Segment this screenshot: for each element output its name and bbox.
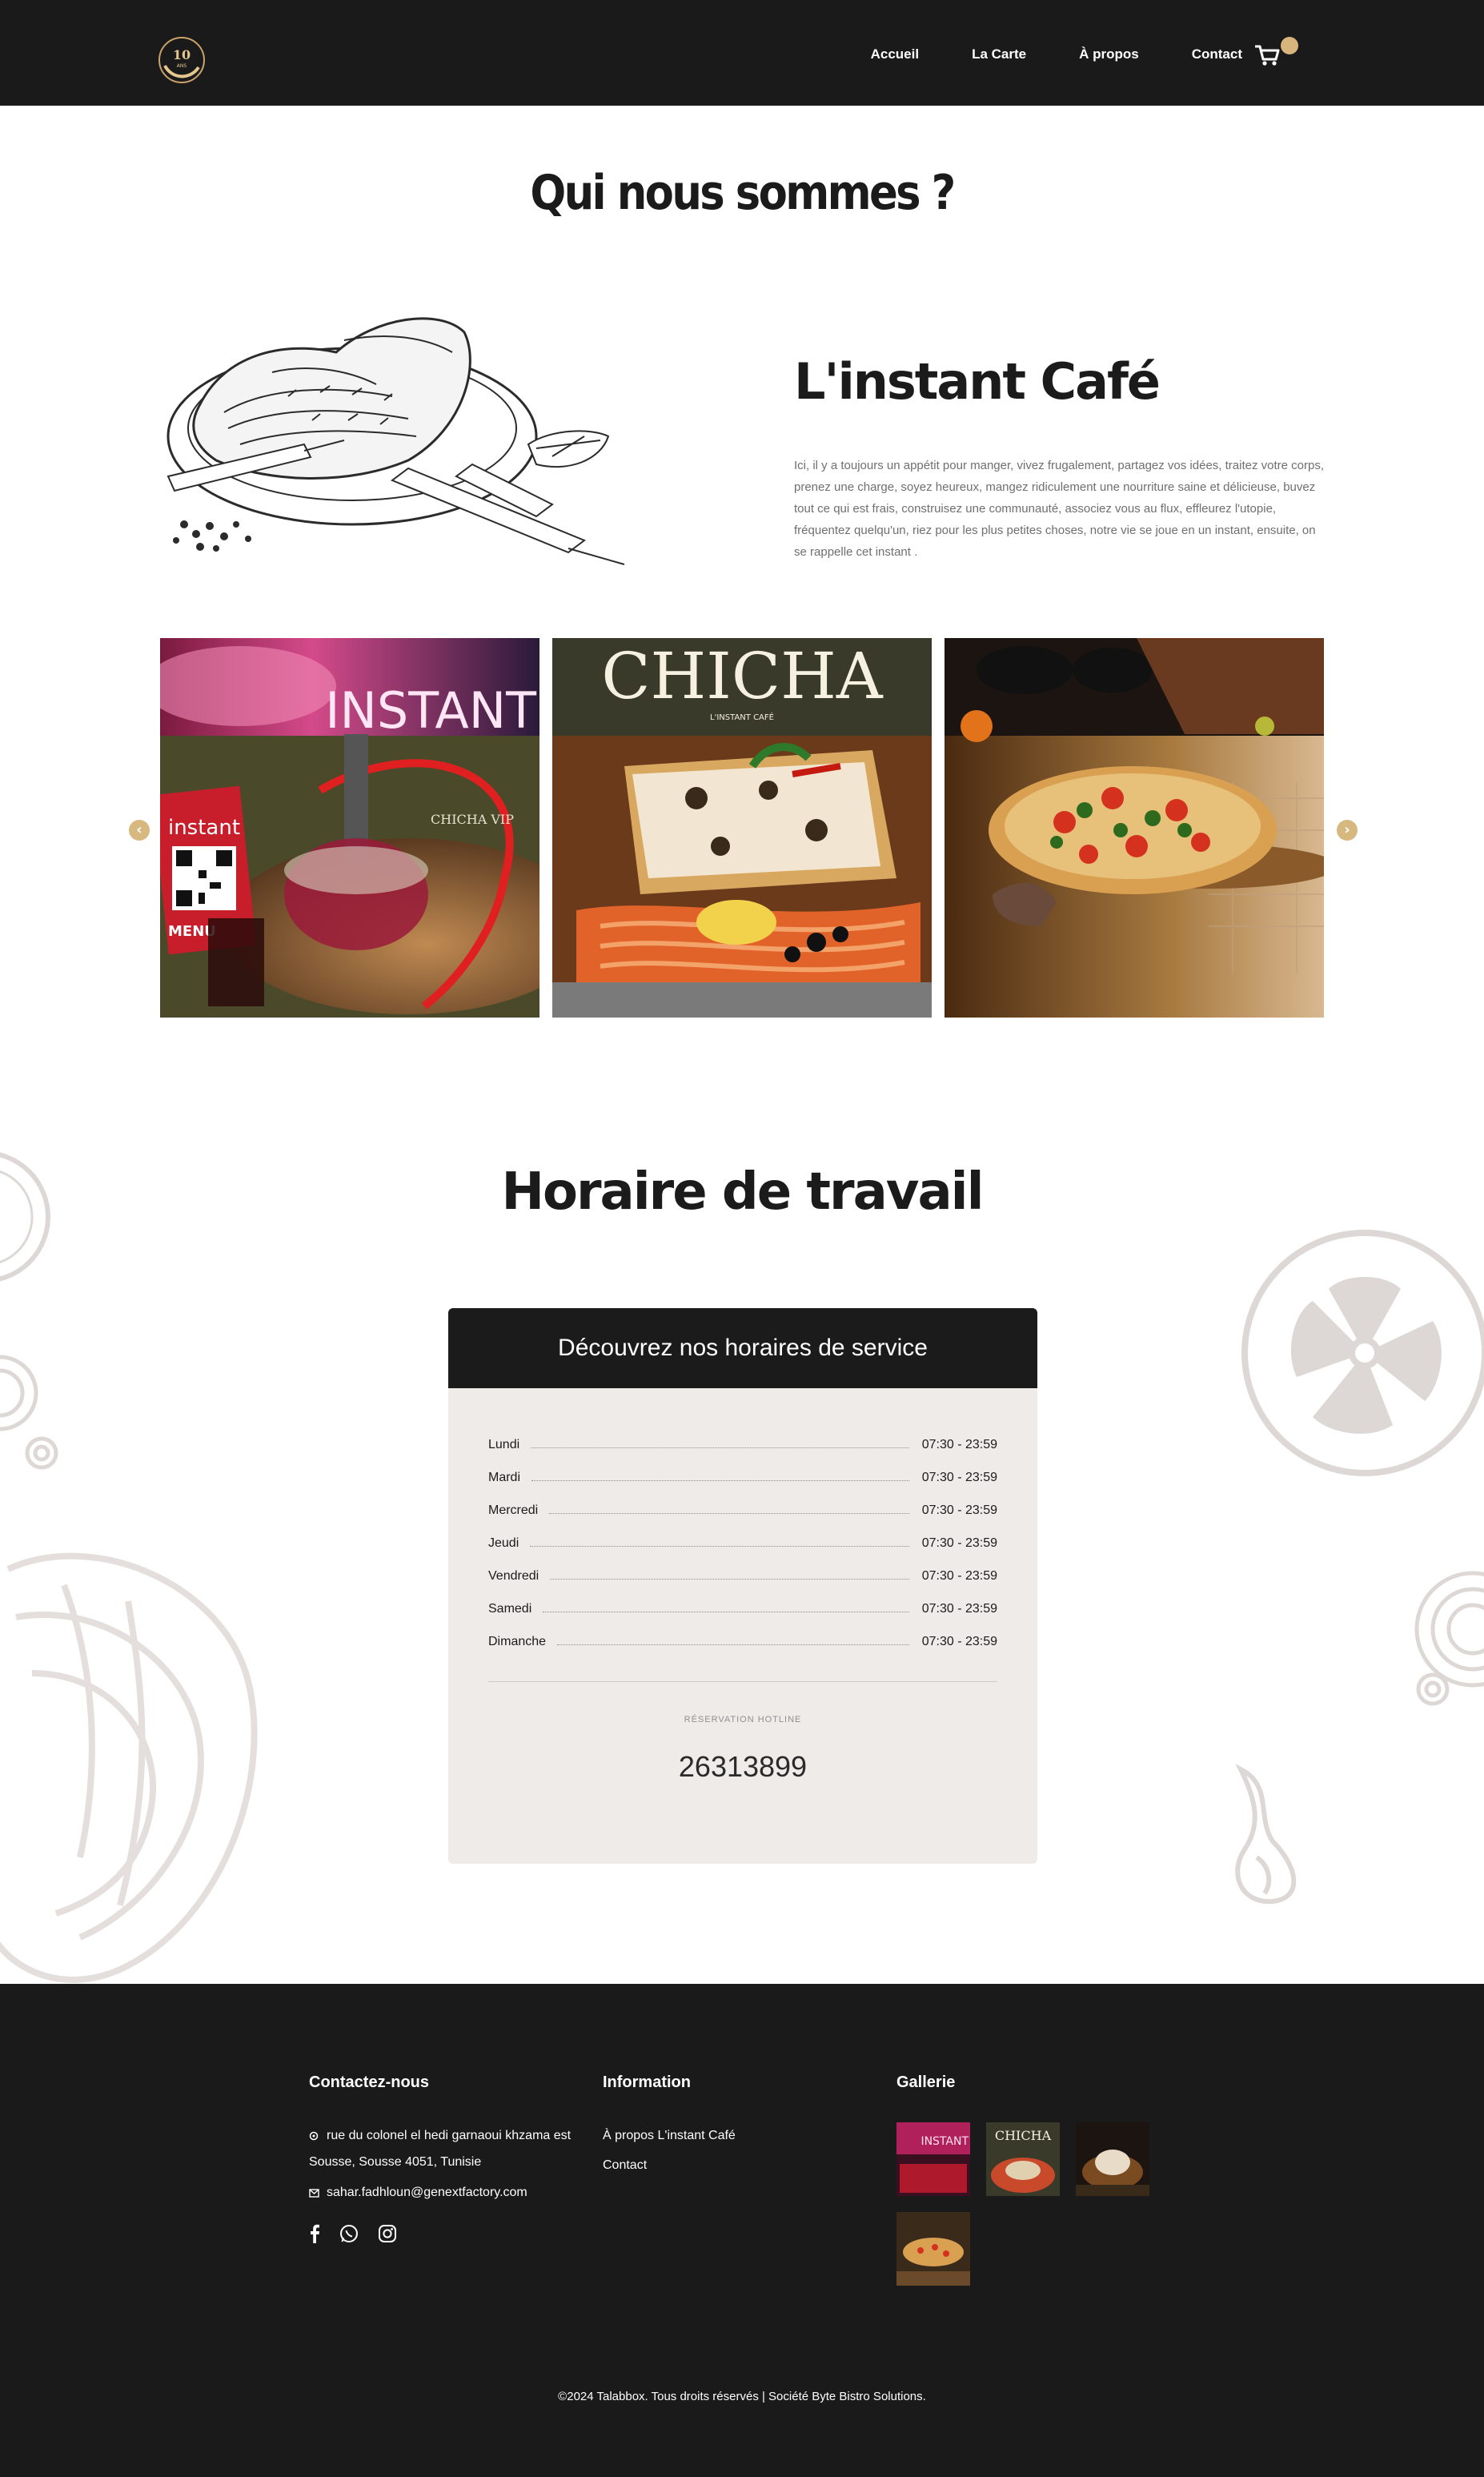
grilled-steak-sketch-illustration bbox=[166, 317, 625, 565]
nav-link-la-carte[interactable]: La Carte bbox=[972, 46, 1026, 62]
slide1-sign-text: INSTANT bbox=[325, 681, 537, 740]
gallery-photo-chicha-table: CHICHA bbox=[986, 2122, 1060, 2196]
carousel-slide-chicha-dish[interactable]: CHICHA L'INSTANT CAFÉ bbox=[552, 638, 932, 1018]
footer-email-link[interactable]: sahar.fadhloun@genextfactory.com bbox=[327, 2186, 527, 2200]
footer-link-about[interactable]: À propos L'instant Café bbox=[603, 2129, 736, 2143]
gallery-thumb-title-text: CHICHA bbox=[995, 2128, 1052, 2143]
slide2-title: CHICHA bbox=[601, 639, 884, 713]
hotline-number[interactable]: 26313899 bbox=[448, 1750, 1037, 1784]
footer-information-title: Information bbox=[603, 2074, 691, 2091]
svg-text:ANS: ANS bbox=[177, 63, 187, 69]
gallery-thumbnail-2[interactable]: CHICHA bbox=[986, 2122, 1060, 2196]
gallery-photo-neon-sign: INSTANT bbox=[896, 2122, 970, 2196]
time-value: 07:30 - 23:59 bbox=[921, 1470, 997, 1484]
chevron-right-icon: › bbox=[1344, 821, 1350, 838]
time-value: 07:30 - 23:59 bbox=[921, 1437, 997, 1451]
day-label: Dimanche bbox=[488, 1634, 547, 1648]
gallery-photo-pizza bbox=[896, 2212, 970, 2286]
time-value: 07:30 - 23:59 bbox=[921, 1601, 997, 1616]
slide2-subtitle: L'INSTANT CAFÉ bbox=[710, 712, 774, 722]
day-label: Lundi bbox=[488, 1437, 520, 1451]
hours-card: Découvrez nos horaires de service Lundi … bbox=[448, 1308, 1037, 1864]
main-nav: Accueil La Carte À propos Contact bbox=[871, 46, 1242, 62]
instagram-icon[interactable] bbox=[378, 2224, 397, 2243]
slide1-menu-card-text: instant bbox=[168, 816, 240, 840]
time-value: 07:30 - 23:59 bbox=[921, 1568, 997, 1583]
footer-copyright: ©2024 Talabbox. Tous droits réservés | S… bbox=[558, 2390, 926, 2403]
location-pin-icon bbox=[309, 2131, 319, 2141]
top-navigation-bar: 10 ANS Accueil La Carte À propos Contact bbox=[0, 0, 1484, 106]
dotted-leader bbox=[530, 1546, 909, 1547]
cart-count-badge bbox=[1281, 37, 1298, 54]
dotted-leader bbox=[549, 1513, 909, 1514]
day-label: Vendredi bbox=[488, 1568, 539, 1583]
hours-row-dimanche: Dimanche 07:30 - 23:59 bbox=[488, 1625, 997, 1658]
hours-row-samedi: Samedi 07:30 - 23:59 bbox=[488, 1592, 997, 1625]
day-label: Samedi bbox=[488, 1601, 532, 1616]
slide1-caption: CHICHA VIP bbox=[431, 812, 514, 827]
whatsapp-icon[interactable] bbox=[339, 2224, 359, 2243]
facebook-icon[interactable] bbox=[309, 2224, 320, 2243]
day-label: Jeudi bbox=[488, 1536, 519, 1550]
hours-section-title: Horaire de travail bbox=[501, 1162, 984, 1222]
shisha-photo: INSTANT instant MENU CHICHA VIP bbox=[160, 638, 539, 1018]
chevron-left-icon: ‹ bbox=[136, 821, 142, 838]
hotline-label: RÉSERVATION HOTLINE bbox=[684, 1715, 802, 1724]
gallery-photo-dessert bbox=[1076, 2122, 1149, 2196]
hours-row-jeudi: Jeudi 07:30 - 23:59 bbox=[488, 1527, 997, 1560]
footer-contact-title: Contactez-nous bbox=[309, 2074, 429, 2091]
gallery-thumb-sign-text: INSTANT bbox=[920, 2135, 969, 2148]
hours-card-header: Découvrez nos horaires de service bbox=[448, 1308, 1037, 1388]
gallery-thumbnail-3[interactable] bbox=[1076, 2122, 1149, 2196]
mail-icon bbox=[309, 2189, 319, 2198]
day-label: Mardi bbox=[488, 1470, 521, 1484]
about-section-title: Qui nous sommes ? bbox=[530, 165, 956, 221]
hours-row-vendredi: Vendredi 07:30 - 23:59 bbox=[488, 1560, 997, 1592]
hours-divider bbox=[488, 1681, 997, 1682]
decorative-onion-rings-sketch bbox=[1414, 1571, 1484, 1706]
decorative-onion-sketch bbox=[0, 1355, 58, 1470]
dotted-leader bbox=[531, 1447, 909, 1448]
hours-row-mardi: Mardi 07:30 - 23:59 bbox=[488, 1461, 997, 1494]
dotted-leader bbox=[531, 1480, 909, 1481]
hours-row-lundi: Lundi 07:30 - 23:59 bbox=[488, 1428, 997, 1461]
decorative-cabbage-sketch bbox=[0, 1552, 258, 1983]
day-label: Mercredi bbox=[488, 1503, 539, 1517]
decorative-tomato-sketch bbox=[1241, 1230, 1484, 1476]
nav-link-contact[interactable]: Contact bbox=[1192, 46, 1242, 62]
carousel-prev-button[interactable]: ‹ bbox=[129, 820, 150, 841]
svg-text:10: 10 bbox=[173, 47, 191, 62]
time-value: 07:30 - 23:59 bbox=[921, 1503, 997, 1517]
time-value: 07:30 - 23:59 bbox=[921, 1536, 997, 1550]
carousel-slide-shisha[interactable]: INSTANT instant MENU CHICHA VIP bbox=[160, 638, 539, 1018]
dotted-leader bbox=[557, 1644, 909, 1645]
time-value: 07:30 - 23:59 bbox=[921, 1634, 997, 1648]
gallery-thumbnail-4[interactable] bbox=[896, 2212, 970, 2286]
carousel-next-button[interactable]: › bbox=[1337, 820, 1358, 841]
footer-link-contact[interactable]: Contact bbox=[603, 2158, 647, 2173]
photo-carousel: INSTANT instant MENU CHICHA VIP CHICHA L… bbox=[160, 638, 1324, 1018]
nav-link-a-propos[interactable]: À propos bbox=[1079, 46, 1139, 62]
cafe-name-heading: L'instant Café bbox=[794, 352, 1161, 411]
pizza-photo bbox=[945, 638, 1324, 1018]
cart-icon[interactable] bbox=[1253, 43, 1281, 67]
carousel-slide-pizza[interactable] bbox=[945, 638, 1324, 1018]
nav-link-accueil[interactable]: Accueil bbox=[871, 46, 919, 62]
cafe-description: Ici, il y a toujours un appétit pour man… bbox=[794, 459, 1324, 559]
footer-gallery-title: Gallerie bbox=[896, 2074, 956, 2091]
footer-address-line-1: rue du colonel el hedi garnaoui khzama e… bbox=[327, 2129, 572, 2142]
cafe-logo[interactable]: 10 ANS bbox=[157, 35, 207, 85]
hours-list: Lundi 07:30 - 23:59 Mardi 07:30 - 23:59 … bbox=[488, 1428, 997, 1658]
hours-row-mercredi: Mercredi 07:30 - 23:59 bbox=[488, 1494, 997, 1527]
dotted-leader bbox=[550, 1579, 909, 1580]
gallery-thumbnail-1[interactable]: INSTANT bbox=[896, 2122, 970, 2196]
chicha-dish-photo: CHICHA L'INSTANT CAFÉ bbox=[552, 638, 932, 1018]
footer-address-line-2: Sousse, Sousse 4051, Tunisie bbox=[309, 2155, 482, 2169]
decorative-pepper-sketch bbox=[1235, 1764, 1297, 1905]
